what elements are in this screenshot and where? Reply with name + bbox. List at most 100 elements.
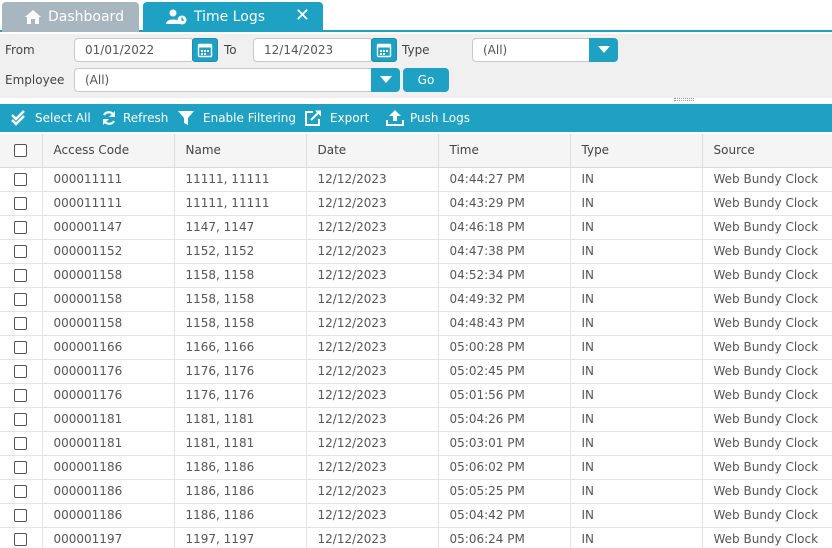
cell-time: 04:44:27 PM: [438, 167, 571, 192]
filter-icon: [178, 110, 194, 126]
table-row[interactable]: 000001176 1176, 1176 12/12/2023 05:01:56 PM…: [0, 383, 832, 408]
table-row[interactable]: 000001166 1166, 1166 12/12/2023 05:00:28 PM…: [0, 335, 832, 360]
row-checkbox-cell: [0, 479, 43, 504]
cell-date: 12/12/2023: [306, 215, 439, 240]
row-checkbox-cell: [0, 287, 43, 312]
row-checkbox[interactable]: [14, 437, 28, 450]
cell-date: 12/12/2023: [306, 527, 439, 548]
cell-date: 12/12/2023: [306, 167, 439, 192]
to-calendar-button[interactable]: [371, 38, 397, 62]
push-logs-button[interactable]: Push Logs: [386, 104, 470, 132]
type-select[interactable]: (All): [472, 38, 592, 62]
row-checkbox[interactable]: [14, 365, 28, 378]
table-row[interactable]: 000001181 1181, 1181 12/12/2023 05:04:26 PM…: [0, 407, 832, 432]
cell-type: IN: [570, 335, 703, 360]
type-dropdown-button[interactable]: [589, 38, 618, 62]
cell-type: IN: [570, 407, 703, 432]
select-all-button[interactable]: Select All: [11, 104, 91, 132]
tab-label: Dashboard: [48, 9, 124, 25]
select-all-checkbox[interactable]: [14, 144, 28, 158]
table-row[interactable]: 000001147 1147, 1147 12/12/2023 04:46:18 PM…: [0, 215, 832, 240]
time-logs-grid: Access Code Name Date Time Type Source 0…: [0, 134, 832, 548]
row-checkbox[interactable]: [14, 509, 28, 522]
table-row[interactable]: 000001158 1158, 1158 12/12/2023 04:48:43 PM…: [0, 311, 832, 336]
cell-code: 000001181: [42, 431, 175, 456]
enable-filtering-button[interactable]: Enable Filtering: [178, 104, 296, 132]
tab-time-logs[interactable]: Time Logs ✕: [143, 2, 323, 32]
cell-code: 000001147: [42, 215, 175, 240]
tab-dashboard[interactable]: Dashboard: [2, 2, 139, 32]
double-check-icon: [11, 110, 29, 126]
row-checkbox[interactable]: [14, 485, 28, 498]
employee-dropdown-button[interactable]: [371, 68, 400, 92]
table-row[interactable]: 000001158 1158, 1158 12/12/2023 04:52:34 PM…: [0, 263, 832, 288]
cell-name: 1181, 1181: [174, 407, 307, 432]
cell-date: 12/12/2023: [306, 287, 439, 312]
row-checkbox[interactable]: [14, 341, 28, 354]
cell-type: IN: [570, 359, 703, 384]
table-row[interactable]: 000011111 11111, 11111 12/12/2023 04:44:27 …: [0, 167, 832, 192]
to-label: To: [224, 43, 237, 57]
refresh-button[interactable]: Refresh: [101, 104, 168, 132]
table-row[interactable]: 000011111 11111, 11111 12/12/2023 04:43:29 …: [0, 191, 832, 216]
home-icon: [24, 9, 42, 25]
cell-source: Web Bundy Clock: [702, 527, 832, 548]
row-checkbox[interactable]: [14, 293, 28, 306]
row-checkbox[interactable]: [14, 197, 28, 210]
cell-type: IN: [570, 479, 703, 504]
cell-name: 11111, 11111: [174, 191, 307, 216]
chevron-down-icon: [597, 46, 610, 53]
column-header-name[interactable]: Name: [174, 134, 307, 168]
cell-type: IN: [570, 239, 703, 264]
cell-source: Web Bundy Clock: [702, 263, 832, 288]
cell-time: 05:01:56 PM: [438, 383, 571, 408]
user-clock-icon: [166, 9, 188, 25]
column-header-date[interactable]: Date: [306, 134, 439, 168]
from-date-input[interactable]: 01/01/2022: [74, 38, 194, 62]
row-checkbox-cell: [0, 167, 43, 192]
row-checkbox[interactable]: [14, 269, 28, 282]
cell-source: Web Bundy Clock: [702, 239, 832, 264]
row-checkbox-cell: [0, 215, 43, 240]
from-calendar-button[interactable]: [192, 38, 218, 62]
table-row[interactable]: 000001197 1197, 1197 12/12/2023 05:06:24 PM…: [0, 527, 832, 548]
row-checkbox[interactable]: [14, 413, 28, 426]
cell-type: IN: [570, 455, 703, 480]
cell-time: 04:47:38 PM: [438, 239, 571, 264]
column-header-access-code[interactable]: Access Code: [42, 134, 175, 168]
resize-handle[interactable]: [674, 98, 694, 101]
cell-type: IN: [570, 191, 703, 216]
row-checkbox[interactable]: [14, 533, 28, 546]
row-checkbox[interactable]: [14, 389, 28, 402]
row-checkbox[interactable]: [14, 221, 28, 234]
row-checkbox-cell: [0, 359, 43, 384]
table-row[interactable]: 000001176 1176, 1176 12/12/2023 05:02:45 PM…: [0, 359, 832, 384]
cell-source: Web Bundy Clock: [702, 167, 832, 192]
cell-time: 04:48:43 PM: [438, 311, 571, 336]
cell-date: 12/12/2023: [306, 191, 439, 216]
row-checkbox[interactable]: [14, 173, 28, 186]
employee-select[interactable]: (All): [74, 68, 374, 92]
cell-name: 1186, 1186: [174, 503, 307, 528]
cell-name: 1166, 1166: [174, 335, 307, 360]
cell-type: IN: [570, 215, 703, 240]
column-header-type[interactable]: Type: [570, 134, 703, 168]
to-date-input[interactable]: 12/14/2023: [253, 38, 373, 62]
table-row[interactable]: 000001158 1158, 1158 12/12/2023 04:49:32 PM…: [0, 287, 832, 312]
table-row[interactable]: 000001186 1186, 1186 12/12/2023 05:04:42 PM…: [0, 503, 832, 528]
table-row[interactable]: 000001186 1186, 1186 12/12/2023 05:06:02 PM…: [0, 455, 832, 480]
row-checkbox-cell: [0, 239, 43, 264]
row-checkbox[interactable]: [14, 245, 28, 258]
export-button[interactable]: Export: [304, 104, 369, 132]
column-header-source[interactable]: Source: [702, 134, 832, 168]
column-header-time[interactable]: Time: [438, 134, 571, 168]
go-button[interactable]: Go: [403, 68, 449, 92]
cell-date: 12/12/2023: [306, 359, 439, 384]
table-row[interactable]: 000001152 1152, 1152 12/12/2023 04:47:38 PM…: [0, 239, 832, 264]
toolbar: Select All Refresh Enable Filtering Expo…: [0, 104, 832, 132]
row-checkbox[interactable]: [14, 461, 28, 474]
close-icon[interactable]: ✕: [295, 7, 310, 25]
table-row[interactable]: 000001181 1181, 1181 12/12/2023 05:03:01 PM…: [0, 431, 832, 456]
row-checkbox[interactable]: [14, 317, 28, 330]
table-row[interactable]: 000001186 1186, 1186 12/12/2023 05:05:25 PM…: [0, 479, 832, 504]
